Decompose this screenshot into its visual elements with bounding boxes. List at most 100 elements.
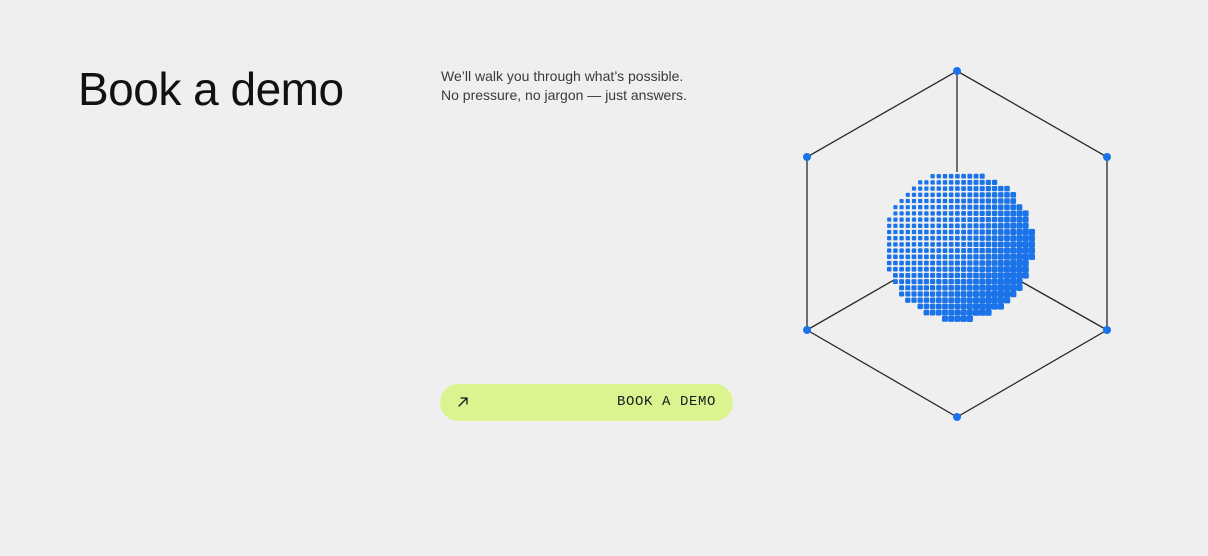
sphere-dot: [967, 192, 973, 198]
sphere-dot: [961, 180, 966, 185]
sphere-dot: [966, 315, 973, 322]
sphere-dot: [924, 186, 929, 191]
sphere-dot: [936, 192, 942, 198]
sphere-dot: [1028, 241, 1035, 248]
sphere-dot: [936, 266, 942, 272]
sphere-dot: [998, 204, 1004, 210]
sphere-dot: [998, 223, 1004, 229]
sphere-dot: [948, 309, 955, 316]
sphere-dot: [960, 278, 967, 285]
sphere-dot: [997, 284, 1004, 291]
sphere-dot: [936, 272, 942, 278]
sphere-dot: [923, 266, 929, 272]
sphere-dot: [979, 278, 986, 285]
sphere-dot: [1028, 247, 1035, 254]
sphere-dot: [997, 229, 1004, 235]
sphere-dot: [930, 254, 935, 260]
sphere-dot: [1022, 235, 1029, 242]
sphere-dot: [955, 223, 960, 229]
sphere-dot: [948, 211, 954, 216]
sphere-dot: [923, 297, 930, 303]
sphere-dot: [955, 242, 960, 247]
sphere-dot: [1003, 290, 1011, 298]
sphere-dot: [948, 173, 954, 179]
sphere-dot: [948, 242, 954, 247]
sphere-dot: [936, 180, 941, 185]
sphere-dot: [1003, 297, 1011, 304]
sphere-dot: [923, 291, 930, 297]
sphere-dot: [911, 217, 917, 222]
sphere-dot: [973, 192, 979, 198]
sphere-dot: [997, 297, 1004, 304]
sphere-dot: [924, 211, 929, 216]
sphere-dot: [936, 279, 942, 285]
sphere-dot: [899, 229, 904, 235]
sphere-dot: [1003, 278, 1011, 285]
sphere-dot: [1010, 266, 1017, 273]
sphere-dot: [905, 266, 911, 272]
sphere-dot: [991, 204, 998, 210]
sphere-dot: [985, 198, 991, 204]
book-demo-button[interactable]: BOOK A DEMO: [440, 384, 733, 421]
sphere-dot: [887, 223, 892, 228]
sphere-dot: [1004, 235, 1010, 242]
sphere-dot: [911, 266, 917, 272]
sphere-dot: [905, 291, 911, 297]
sphere-dot: [973, 235, 979, 241]
sphere-dot: [991, 198, 998, 204]
vertex-dot: [1103, 153, 1111, 161]
sphere-dot: [929, 309, 936, 316]
sphere-dot: [973, 247, 979, 254]
sphere-dot: [973, 186, 979, 192]
sphere-dot: [911, 198, 917, 204]
sphere-dot: [899, 205, 904, 210]
sphere-dot: [998, 185, 1004, 192]
sphere-dot: [905, 205, 910, 210]
sphere-dot: [955, 180, 960, 185]
sphere-dot: [935, 309, 942, 316]
sphere-dot: [930, 180, 935, 185]
sphere-dot: [936, 186, 941, 191]
sphere-dot: [979, 217, 985, 223]
sphere-dot: [917, 254, 923, 260]
sphere-dot: [955, 235, 960, 241]
sphere-dot: [936, 291, 942, 297]
sphere-dot: [1010, 278, 1017, 285]
sphere-dot: [979, 260, 985, 266]
sphere-dot: [948, 297, 955, 304]
sphere-dot: [979, 284, 986, 291]
sphere-dot: [1022, 222, 1029, 229]
sphere-dot: [985, 204, 992, 210]
sphere-dot: [961, 173, 966, 179]
sphere-dot: [991, 297, 998, 304]
sphere-dot: [1016, 247, 1023, 254]
sphere-dot: [1010, 216, 1017, 223]
sphere-dot: [998, 210, 1004, 217]
sphere-dot: [966, 303, 973, 310]
vertex-dot: [803, 326, 811, 334]
sphere-dot: [973, 291, 979, 297]
sphere-dot: [887, 236, 892, 241]
sphere-dot: [967, 186, 973, 192]
sphere-dot: [923, 285, 929, 291]
sphere-dot: [948, 186, 954, 191]
sphere-dot: [966, 284, 973, 291]
sphere-dot: [942, 291, 948, 297]
sphere-dot: [948, 278, 954, 285]
sphere-dot: [911, 235, 917, 241]
sphere-dot: [985, 210, 992, 217]
sphere-dot: [923, 272, 929, 278]
sphere-dot: [936, 174, 941, 179]
sphere-dot: [979, 247, 985, 254]
sphere-dot: [924, 223, 929, 228]
sphere-dot: [961, 229, 967, 235]
sphere-dot: [917, 291, 923, 297]
sphere-dot: [985, 272, 992, 279]
sphere-dot: [1003, 284, 1011, 291]
sphere-dot: [985, 235, 992, 241]
sphere-dot: [997, 241, 1004, 248]
sphere-dot: [967, 260, 973, 266]
sphere-dot: [911, 291, 917, 297]
sphere-dot: [899, 198, 904, 204]
sphere-dot: [960, 266, 967, 272]
